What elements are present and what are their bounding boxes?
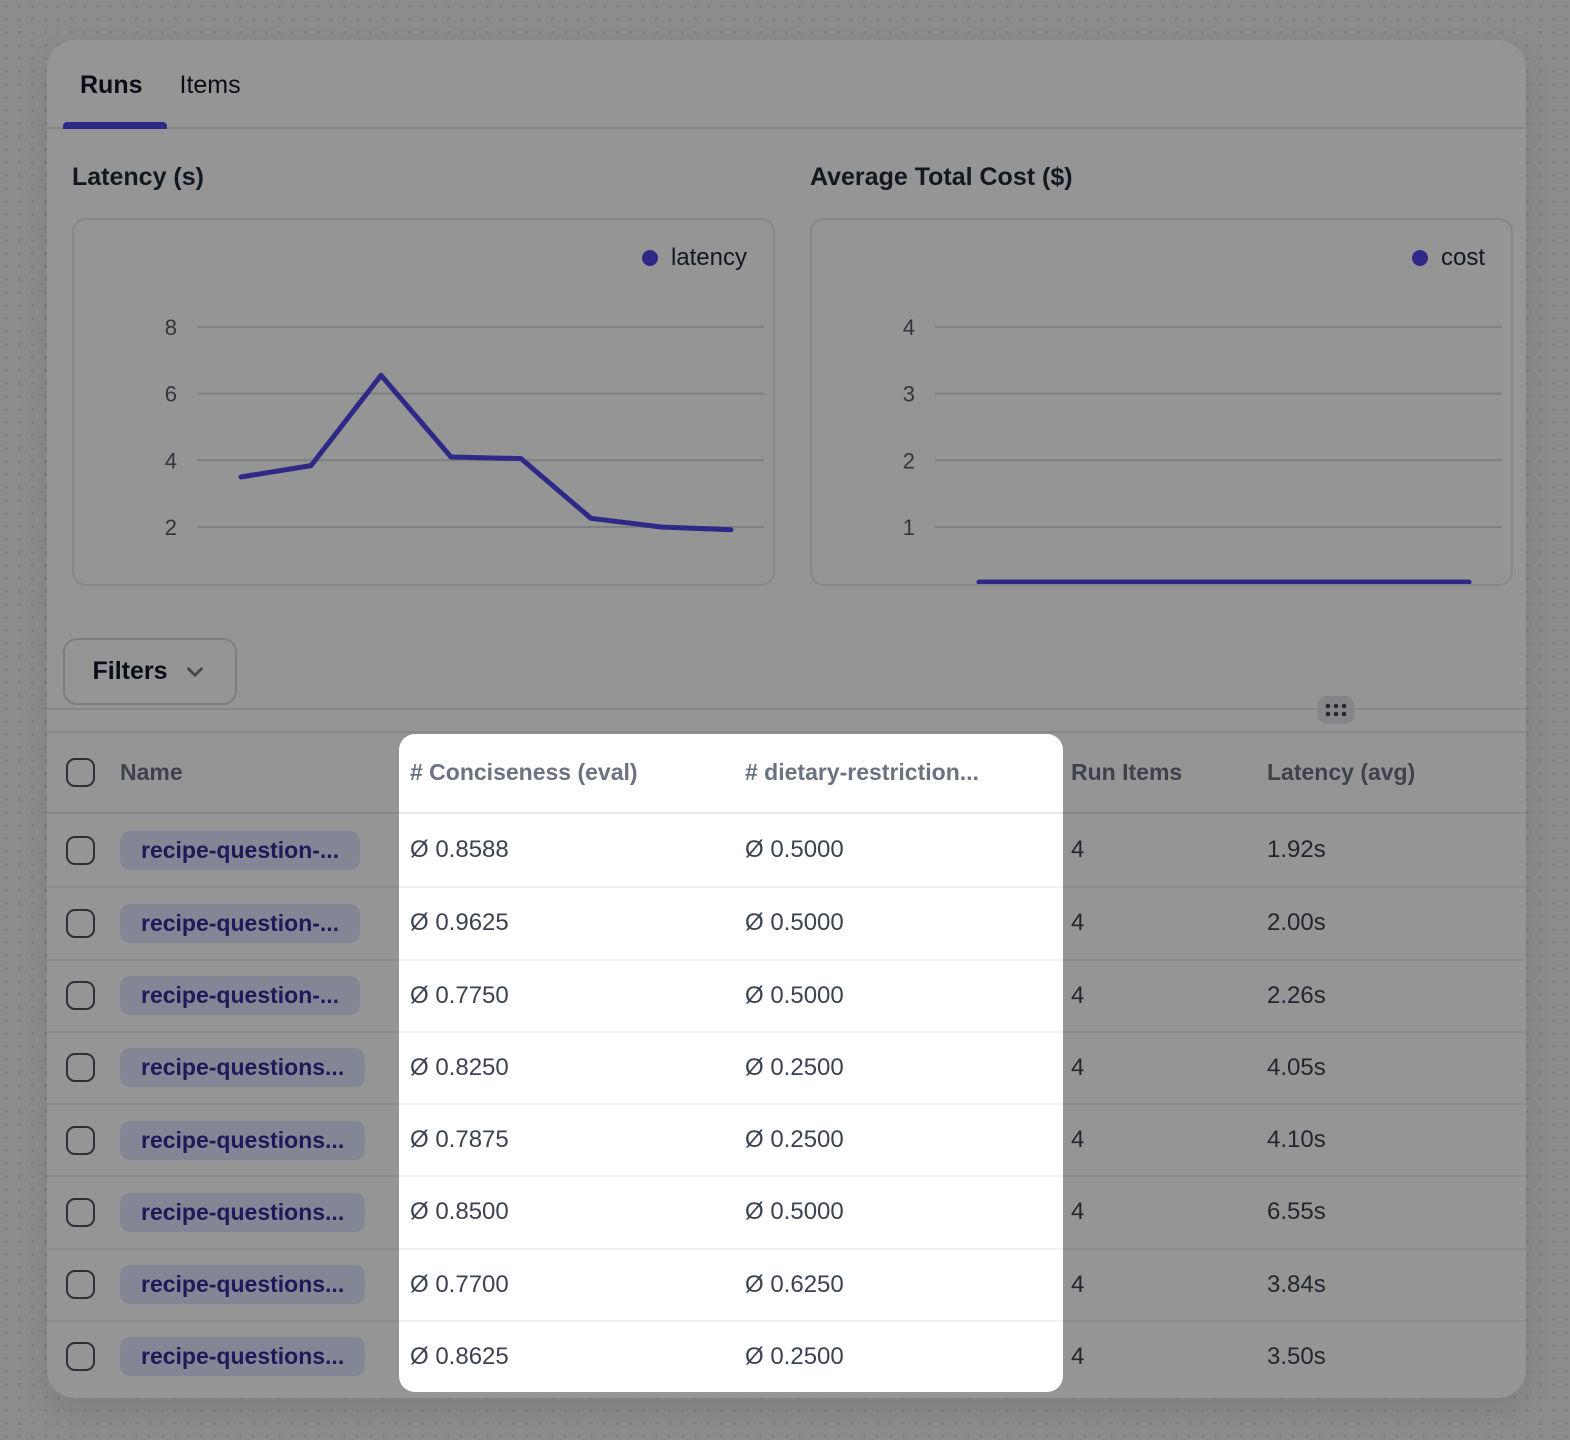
column-header-conciseness: # Conciseness (eval) <box>399 759 737 786</box>
run-name-pill[interactable]: recipe-question-... <box>120 976 360 1015</box>
svg-text:6: 6 <box>165 382 177 407</box>
run-name-pill[interactable]: recipe-questions... <box>120 1193 365 1232</box>
run-name-pill[interactable]: recipe-questions... <box>120 1121 365 1160</box>
run-name-pill[interactable]: recipe-question-... <box>120 904 360 943</box>
cell-dietary-restriction: Ø 0.6250 <box>737 1271 1063 1299</box>
table-row[interactable]: recipe-questions... Ø 0.8625 Ø 0.2500 4 … <box>47 1320 1526 1392</box>
cost-chart-title: Average Total Cost ($) <box>810 163 1073 192</box>
row-checkbox[interactable] <box>66 909 95 938</box>
latency-legend-dot-icon <box>642 250 658 266</box>
row-checkbox[interactable] <box>66 1126 95 1155</box>
table-header-row: Name # Conciseness (eval) # dietary-rest… <box>47 731 1526 814</box>
cell-conciseness: Ø 0.8250 <box>399 1054 737 1082</box>
cell-run-items: 4 <box>1063 1054 1267 1082</box>
svg-text:8: 8 <box>165 315 177 340</box>
row-checkbox[interactable] <box>66 1270 95 1299</box>
cell-conciseness: Ø 0.7875 <box>399 1126 737 1154</box>
run-name-pill[interactable]: recipe-questions... <box>120 1265 365 1304</box>
table-row[interactable]: recipe-question-... Ø 0.9625 Ø 0.5000 4 … <box>47 886 1526 958</box>
cell-conciseness: Ø 0.7750 <box>399 982 737 1010</box>
chevron-down-icon <box>182 659 208 685</box>
cell-run-items: 4 <box>1063 836 1267 864</box>
table-row[interactable]: recipe-questions... Ø 0.7875 Ø 0.2500 4 … <box>47 1103 1526 1175</box>
cell-dietary-restriction: Ø 0.5000 <box>737 982 1063 1010</box>
cell-latency-avg: 2.26s <box>1267 982 1526 1010</box>
charts-section: Latency (s) Average Total Cost ($) laten… <box>47 129 1526 619</box>
row-checkbox[interactable] <box>66 1198 95 1227</box>
cell-latency-avg: 1.92s <box>1267 836 1526 864</box>
tab-runs[interactable]: Runs <box>80 71 143 100</box>
cell-latency-avg: 4.10s <box>1267 1126 1526 1154</box>
tab-items[interactable]: Items <box>180 71 241 100</box>
table-row[interactable]: recipe-questions... Ø 0.8250 Ø 0.2500 4 … <box>47 1031 1526 1103</box>
run-name-pill[interactable]: recipe-questions... <box>120 1048 365 1087</box>
cell-run-items: 4 <box>1063 1271 1267 1299</box>
table-row[interactable]: recipe-question-... Ø 0.8588 Ø 0.5000 4 … <box>47 814 1526 886</box>
table-row[interactable]: recipe-questions... Ø 0.7700 Ø 0.6250 4 … <box>47 1248 1526 1320</box>
cell-run-items: 4 <box>1063 1198 1267 1226</box>
runs-panel: Runs Items Latency (s) Average Total Cos… <box>47 40 1526 1398</box>
svg-text:3: 3 <box>903 382 915 407</box>
run-name-pill[interactable]: recipe-questions... <box>120 1337 365 1376</box>
cell-latency-avg: 3.50s <box>1267 1343 1526 1371</box>
table-row[interactable]: recipe-question-... Ø 0.7750 Ø 0.5000 4 … <box>47 959 1526 1031</box>
row-checkbox[interactable] <box>66 1053 95 1082</box>
cell-dietary-restriction: Ø 0.5000 <box>737 909 1063 937</box>
latency-legend[interactable]: latency <box>642 244 747 272</box>
runs-table: Name # Conciseness (eval) # dietary-rest… <box>47 731 1526 1392</box>
column-header-name: Name <box>120 759 399 786</box>
column-header-latency-avg: Latency (avg) <box>1267 759 1526 786</box>
svg-text:2: 2 <box>903 448 915 473</box>
filters-button[interactable]: Filters <box>63 638 237 705</box>
latency-chart: latency 2 4 6 8 <box>72 218 775 586</box>
table-row[interactable]: recipe-questions... Ø 0.8500 Ø 0.5000 4 … <box>47 1175 1526 1247</box>
tab-bar: Runs Items <box>47 40 1526 129</box>
column-header-run-items: Run Items <box>1063 759 1267 786</box>
latency-line-chart: 2 4 6 8 <box>74 220 775 586</box>
latency-series-line <box>241 375 731 529</box>
select-all-checkbox[interactable] <box>66 758 95 787</box>
cell-conciseness: Ø 0.7700 <box>399 1271 737 1299</box>
cell-latency-avg: 2.00s <box>1267 909 1526 937</box>
cell-dietary-restriction: Ø 0.5000 <box>737 1198 1063 1226</box>
cell-run-items: 4 <box>1063 1343 1267 1371</box>
cell-run-items: 4 <box>1063 1126 1267 1154</box>
svg-text:2: 2 <box>165 515 177 540</box>
cost-chart: cost 1 2 3 4 <box>810 218 1513 586</box>
row-checkbox[interactable] <box>66 836 95 865</box>
cost-legend[interactable]: cost <box>1412 244 1485 272</box>
cell-conciseness: Ø 0.8588 <box>399 836 737 864</box>
cell-run-items: 4 <box>1063 982 1267 1010</box>
row-checkbox[interactable] <box>66 1342 95 1371</box>
svg-text:1: 1 <box>903 515 915 540</box>
cost-legend-dot-icon <box>1412 250 1428 266</box>
svg-text:4: 4 <box>165 448 177 473</box>
app-background: Runs Items Latency (s) Average Total Cos… <box>0 0 1570 1440</box>
run-name-pill[interactable]: recipe-question-... <box>120 831 360 870</box>
latency-legend-label: latency <box>671 244 747 272</box>
cell-latency-avg: 4.05s <box>1267 1054 1526 1082</box>
cost-line-chart: 1 2 3 4 <box>812 220 1513 586</box>
latency-chart-title: Latency (s) <box>72 163 204 192</box>
active-tab-indicator <box>63 122 167 129</box>
column-header-dietary-restriction: # dietary-restriction... <box>737 759 1063 786</box>
cell-conciseness: Ø 0.8500 <box>399 1198 737 1226</box>
cell-dietary-restriction: Ø 0.5000 <box>737 836 1063 864</box>
filters-button-label: Filters <box>92 657 167 686</box>
table-body: recipe-question-... Ø 0.8588 Ø 0.5000 4 … <box>47 814 1526 1392</box>
cell-latency-avg: 3.84s <box>1267 1271 1526 1299</box>
cell-conciseness: Ø 0.8625 <box>399 1343 737 1371</box>
filters-section: Filters <box>47 619 1526 731</box>
svg-text:4: 4 <box>903 315 915 340</box>
cell-dietary-restriction: Ø 0.2500 <box>737 1343 1063 1371</box>
cell-run-items: 4 <box>1063 909 1267 937</box>
cell-dietary-restriction: Ø 0.2500 <box>737 1126 1063 1154</box>
cell-dietary-restriction: Ø 0.2500 <box>737 1054 1063 1082</box>
cost-legend-label: cost <box>1441 244 1485 272</box>
cell-conciseness: Ø 0.9625 <box>399 909 737 937</box>
row-checkbox[interactable] <box>66 981 95 1010</box>
cell-latency-avg: 6.55s <box>1267 1198 1526 1226</box>
